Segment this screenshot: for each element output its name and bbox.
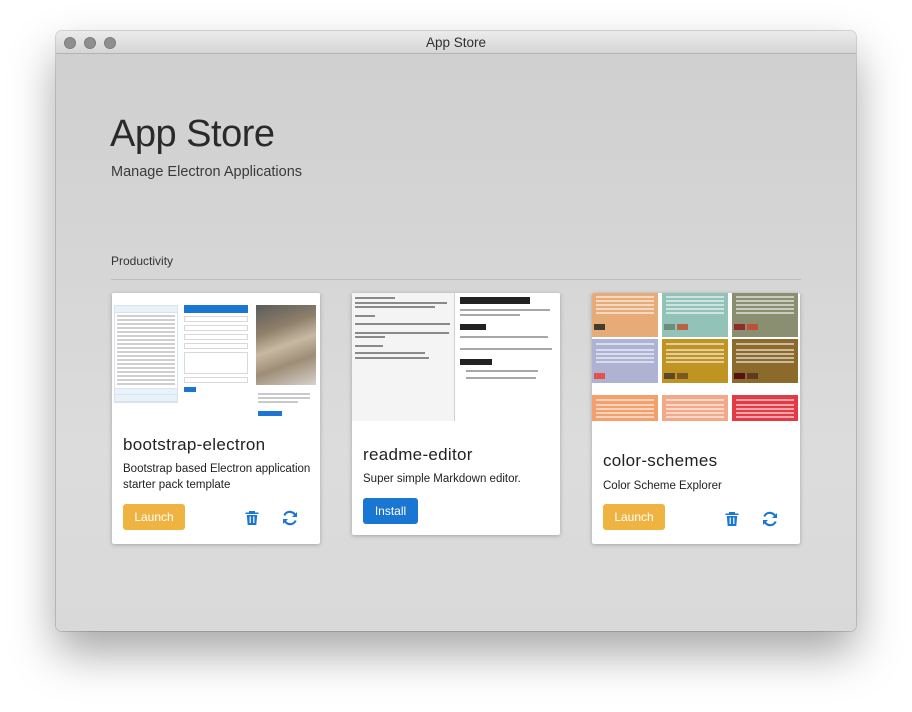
refresh-icon[interactable]: [762, 511, 778, 527]
app-description: Color Scheme Explorer: [603, 480, 722, 492]
page-title: App Store: [110, 113, 275, 155]
app-description: Bootstrap based Electron application sta…: [123, 463, 311, 491]
app-window: App Store App Store Manage Electron Appl…: [56, 31, 856, 631]
app-screenshot: [352, 293, 560, 421]
window-title: App Store: [425, 35, 487, 50]
app-card-color-schemes: color-schemes Color Scheme Explorer Laun…: [592, 293, 800, 544]
refresh-icon[interactable]: [282, 510, 298, 526]
title-bar[interactable]: App Store: [56, 31, 856, 54]
app-card-readme-editor: readme-editor Super simple Markdown edit…: [352, 293, 560, 535]
trash-icon[interactable]: [244, 510, 260, 526]
page-subtitle: Manage Electron Applications: [111, 164, 303, 180]
section-label: Productivity: [111, 254, 174, 268]
trash-icon[interactable]: [724, 511, 740, 527]
app-screenshot: [592, 293, 800, 421]
app-screenshot: [112, 293, 320, 421]
app-name: readme-editor: [363, 445, 473, 464]
install-button[interactable]: Install: [363, 498, 418, 524]
app-name: bootstrap-electron: [123, 435, 266, 454]
section-divider: [111, 279, 801, 280]
app-description: Super simple Markdown editor.: [363, 473, 521, 485]
app-name: color-schemes: [603, 451, 718, 470]
launch-button[interactable]: Launch: [123, 504, 185, 530]
launch-button[interactable]: Launch: [603, 504, 665, 530]
app-card-bootstrap-electron: bootstrap-electron Bootstrap based Elect…: [112, 293, 320, 544]
